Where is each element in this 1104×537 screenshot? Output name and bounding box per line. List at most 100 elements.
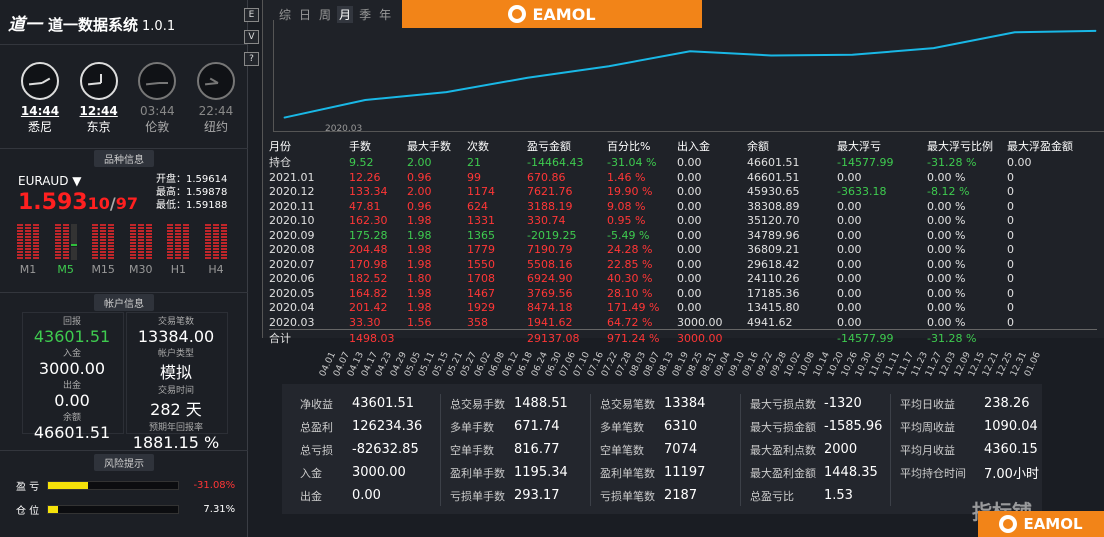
strength-bar [70, 224, 77, 260]
table-cell: 0.00 % [927, 228, 966, 242]
timeframe-m15[interactable]: M15 [91, 224, 115, 276]
table-cell: 0.00 [837, 170, 862, 184]
stat-row: 平均日收益 238.26 [900, 392, 1039, 415]
table-cell: 1.98 [407, 286, 432, 300]
equity-point [1014, 31, 1016, 33]
table-cell: -8.12 % [927, 185, 970, 199]
table-cell: 36809.21 [747, 243, 800, 257]
app-window: 道一 道一数据系统 1.0.1 14:44 悉尼 12:44 东京 03:44 伦敦 22:44… [0, 0, 1104, 537]
risk-pos-value: 7.31% [203, 504, 236, 515]
stat-row: 最大盈利金额 1448.35 [750, 461, 882, 484]
stat-value: 1448.35 [824, 465, 878, 480]
stat-value: 3000.00 [352, 465, 406, 480]
stat-value: 1.53 [824, 488, 853, 503]
table-cell: 0.96 [407, 199, 432, 213]
timeframe-m5[interactable]: M5 [54, 224, 78, 276]
table-row[interactable]: 2020.08 204.48 1.98 1779 7190.79 24.28 % 0.00 3… [269, 243, 1097, 258]
symbol-selector[interactable]: EURAUD ▼ [18, 174, 82, 188]
table-cell: 330.74 [527, 214, 566, 228]
table-cell: 0.96 [407, 170, 432, 184]
equity-point [851, 54, 853, 56]
table-cell: 8474.18 [527, 301, 573, 315]
eamol-logo-icon [999, 515, 1018, 533]
table-row[interactable]: 2020.07 170.98 1.98 1550 5508.16 22.85 % 0.00 2… [269, 257, 1097, 272]
table-row[interactable]: 持仓 9.52 2.00 21 -14464.43 -31.04 % 0.00 46601.5… [269, 154, 1097, 170]
stat-label: 多单手数 [450, 420, 494, 434]
table-row[interactable]: 2020.03 33.30 1.56 358 1941.62 64.72 % 3000.00… [269, 315, 1097, 330]
stat-value: 1090.04 [984, 419, 1038, 434]
table-cell: 0.00 [837, 272, 862, 286]
table-row[interactable]: 2020.10 162.30 1.98 1331 330.74 0.95 % 0.00 351… [269, 214, 1097, 229]
clock-face-icon [196, 62, 235, 100]
timeframe-h4[interactable]: H4 [204, 224, 228, 276]
side-button-help[interactable]: ? [244, 52, 259, 66]
divider [0, 292, 248, 293]
table-cell: 1174 [467, 185, 495, 199]
timeframe-m30[interactable]: M30 [129, 224, 153, 276]
strength-bars [91, 224, 115, 260]
strength-bar [129, 224, 136, 260]
side-button-v[interactable]: V [244, 30, 259, 44]
stat-label: 空单笔数 [600, 443, 644, 457]
table-row[interactable]: 2020.12 133.34 2.00 1174 7621.76 19.90 % 0.00 4… [269, 185, 1097, 200]
symbol-label: EURAUD [18, 174, 69, 188]
table-cell: 1331 [467, 214, 495, 228]
table-cell: 0 [1007, 214, 1014, 228]
table-row[interactable]: 2020.05 164.82 1.98 1467 3769.56 28.10 % 0.00 1… [269, 286, 1097, 301]
table-cell: 0.00 [677, 170, 702, 184]
table-cell: 0.00 % [927, 257, 966, 271]
table-row[interactable]: 2020.04 201.42 1.98 1929 8474.18 171.49 % 0.00… [269, 301, 1097, 316]
table-cell: 0.00 [837, 286, 862, 300]
strength-bars [129, 224, 153, 260]
stat-value: 816.77 [514, 442, 560, 457]
stat-value: 293.17 [514, 488, 560, 503]
equity-line [283, 29, 1097, 119]
stat-label: 总交易笔数 [600, 397, 655, 411]
app-title: 道一数据系统 [48, 16, 139, 34]
timeframe-label: H4 [208, 263, 224, 276]
main-panel: 综日周月季年 2020.03 月份 手数 最大手数 次数 盈亏金额 百分比% 出入金 余额 最大… [262, 0, 1104, 345]
stat-row: 最大亏损点数 -1320 [750, 392, 882, 415]
table-cell: 358 [467, 315, 488, 329]
clock-2: 03:44 伦敦 [135, 62, 179, 135]
table-header: 盈亏金额 [527, 140, 571, 153]
table-cell: 1941.62 [527, 315, 573, 329]
timeframe-strength: M1 M5 M15 M30 H1 H4 [16, 224, 228, 276]
timeframe-m1[interactable]: M1 [16, 224, 40, 276]
table-cell: 2020.08 [269, 243, 315, 257]
table-cell: 1.56 [407, 315, 432, 329]
strength-bar [17, 224, 23, 260]
equity-point [1095, 30, 1097, 32]
table-cell: 29618.42 [747, 257, 800, 271]
table-cell: 5508.16 [527, 257, 573, 271]
table-row[interactable]: 2020.06 182.52 1.80 1708 6924.90 40.30 % 0.00 2… [269, 272, 1097, 287]
stat-value: 126234.36 [352, 419, 423, 434]
table-cell: 171.49 % [607, 301, 660, 315]
timeframe-h1[interactable]: H1 [166, 224, 190, 276]
risk-pos-fill [48, 506, 58, 513]
stat-value: -1320 [824, 396, 862, 411]
side-button-e[interactable]: E [244, 8, 259, 22]
clock-face-icon [138, 62, 177, 100]
table-header: 次数 [467, 140, 489, 153]
table-cell: 170.98 [349, 257, 388, 271]
table-cell: 2020.05 [269, 286, 315, 300]
table-cell: 0 [1007, 185, 1014, 199]
strength-bar [25, 224, 31, 260]
table-cell: 1.80 [407, 272, 432, 286]
stat-label: 总交易手数 [450, 397, 505, 411]
clock-time: 22:44 [198, 104, 234, 118]
stat-row: 总亏损 -82632.85 [300, 438, 422, 461]
table-cell: 0 [1007, 257, 1014, 271]
table-cell: 201.42 [349, 301, 388, 315]
chart-x-label: 2020.03 [325, 124, 363, 134]
table-cell: 0 [1007, 199, 1014, 213]
stat-value: 11197 [664, 465, 706, 480]
account-left: 回报 43601.51 入金 3000.00 出金 0.00 余额 46601.51 [22, 314, 122, 442]
table-row[interactable]: 2020.11 47.81 0.96 624 3188.19 9.08 % 0.00 3830… [269, 199, 1097, 214]
table-cell: 40.30 % [607, 272, 653, 286]
stats-divider [890, 394, 891, 506]
table-row[interactable]: 2021.01 12.26 0.96 99 670.86 1.46 % 0.00 46601.… [269, 170, 1097, 185]
table-cell: 0.00 [677, 214, 702, 228]
table-row[interactable]: 2020.09 175.28 1.98 1365 -2019.25 -5.49 % 0.00… [269, 228, 1097, 243]
